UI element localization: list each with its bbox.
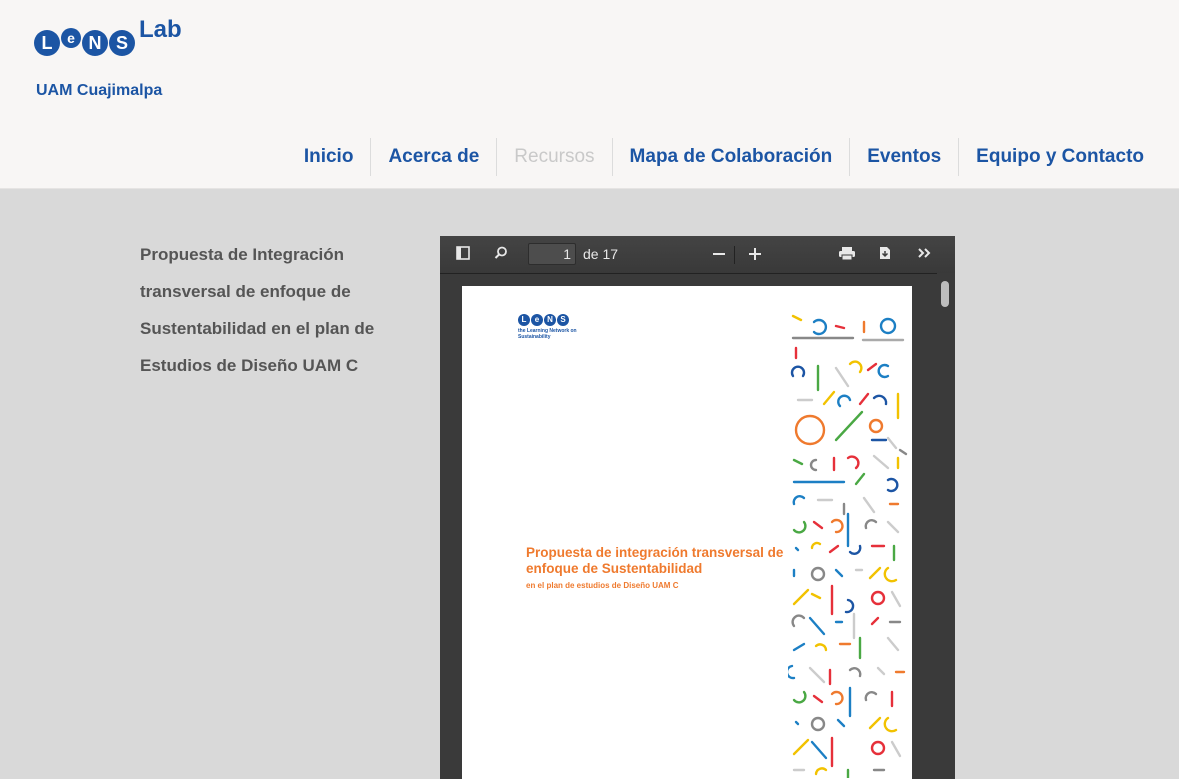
nav-item-mapa-de-colaboracion[interactable]: Mapa de Colaboración [611,138,850,176]
logo-mark: L e N S Lab [34,16,182,56]
cover-subtitle: en el plan de estudios de Diseño UAM C [526,581,679,590]
page-lens-logo: L e N S the Learning Network on Sustaina… [518,314,588,340]
document-title: Propuesta de Integración transversal de … [140,236,420,384]
logo-subtitle: UAM Cuajimalpa [36,82,163,99]
cover-title: Propuesta de integración transversal de … [526,545,784,576]
more-tools-icon[interactable] [916,245,934,263]
decorative-pattern [788,314,908,778]
nav-item-equipo-y-contacto[interactable]: Equipo y Contacto [958,138,1161,176]
viewer-scrollbar[interactable] [937,273,955,779]
pdf-page: L e N S the Learning Network on Sustaina… [462,286,912,779]
lens-lab-logo[interactable]: L e N S Lab UAM Cuajimalpa [34,16,234,108]
logo-letter-n: N [82,30,108,56]
zoom-out-icon[interactable] [710,245,728,263]
nav-item-eventos[interactable]: Eventos [849,138,958,176]
page-count-label: de 17 [583,246,619,262]
page-logo-letter: S [557,314,569,326]
logo-letter-l: L [34,30,60,56]
document-title-line: Estudios de Diseño UAM C [140,356,359,375]
logo-letter-e: e [61,28,81,48]
page-logo-tagline: the Learning Network on Sustainability [518,328,577,340]
print-icon[interactable] [838,245,856,263]
pdf-toolbar: 1 de 17 [440,236,955,274]
zoom-in-icon[interactable] [746,245,764,263]
logo-letter-s: S [109,30,135,56]
document-title-line: Propuesta de Integración [140,245,345,264]
logo-lab-text: Lab [139,16,182,43]
document-title-line: Sustentabilidad en el plan de [140,319,375,338]
site-header: L e N S Lab UAM Cuajimalpa Inicio Acerca… [0,0,1179,189]
search-icon[interactable] [492,245,510,263]
page-logo-letter: L [518,314,530,326]
sidebar-toggle-icon[interactable] [454,245,472,263]
nav-item-recursos[interactable]: Recursos [496,138,611,176]
scrollbar-thumb[interactable] [941,281,949,307]
toolbar-divider [734,246,735,264]
pdf-viewer: 1 de 17 L e N S the Learning Network on … [440,236,955,779]
page-logo-letter: e [531,314,543,326]
nav-item-acerca-de[interactable]: Acerca de [370,138,496,176]
document-title-line: transversal de enfoque de [140,282,351,301]
nav-item-inicio[interactable]: Inicio [287,138,371,176]
download-icon[interactable] [876,245,894,263]
page-logo-letter: N [544,314,556,326]
main-nav: Inicio Acerca de Recursos Mapa de Colabo… [287,138,1161,176]
page-number-input[interactable]: 1 [528,243,576,265]
